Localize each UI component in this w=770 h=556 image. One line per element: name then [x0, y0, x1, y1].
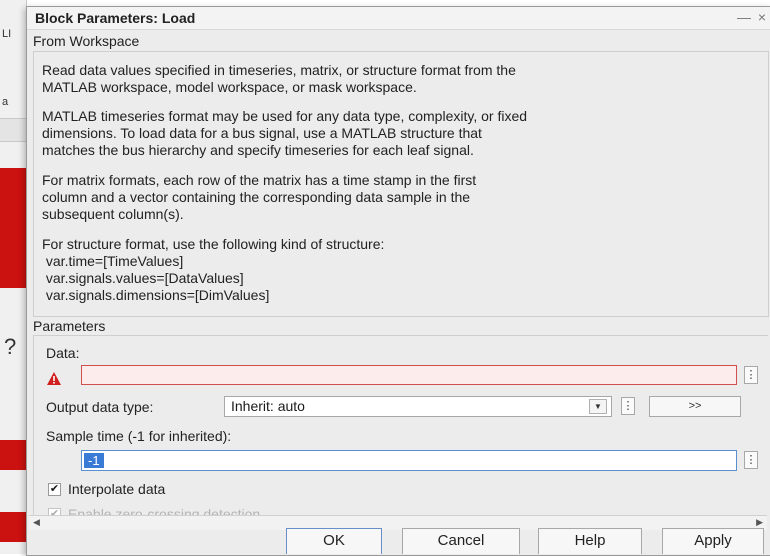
cancel-button[interactable]: Cancel: [402, 528, 520, 554]
minimize-icon[interactable]: —: [735, 9, 753, 25]
description-paragraph: For matrix formats, each row of the matr…: [42, 172, 477, 222]
output-data-type-select[interactable]: Inherit: auto: [224, 396, 612, 417]
background-window: LI a ?: [0, 0, 27, 554]
block-type-label: From Workspace: [33, 33, 140, 49]
title-bar[interactable]: Block Parameters: Load — ×: [27, 7, 770, 30]
chevron-down-icon[interactable]: ▼: [589, 399, 607, 414]
sample-time-options-button[interactable]: ⋮: [744, 451, 758, 469]
data-input[interactable]: [81, 365, 737, 385]
description-paragraph: For structure format, use the following …: [42, 236, 385, 303]
background-red-panel: [0, 168, 26, 288]
description-paragraph: MATLAB timeseries format may be used for…: [42, 108, 528, 158]
parameters-panel: Data: ⋮ Output data type: Inherit: auto …: [33, 335, 768, 522]
sample-time-input[interactable]: -1: [81, 450, 737, 471]
description-panel: Read data values specified in timeseries…: [33, 51, 769, 317]
background-fragment-text: a: [2, 96, 9, 108]
interpolate-data-checkbox[interactable]: ✔: [48, 483, 61, 496]
warning-icon: [47, 372, 61, 385]
background-red-block: [0, 512, 26, 542]
dialog-title: Block Parameters: Load: [35, 10, 196, 26]
data-options-button[interactable]: ⋮: [744, 366, 758, 384]
background-red-block: [0, 440, 26, 470]
parameters-section-label: Parameters: [33, 318, 106, 334]
scroll-left-icon[interactable]: ◀: [33, 517, 40, 528]
output-type-options-button[interactable]: ⋮: [621, 397, 635, 415]
output-data-type-label: Output data type:: [46, 399, 154, 415]
description-paragraph: Read data values specified in timeseries…: [42, 62, 516, 95]
block-parameters-dialog: Block Parameters: Load — × From Workspace…: [26, 6, 770, 556]
apply-button[interactable]: Apply: [662, 528, 764, 554]
horizontal-scrollbar[interactable]: ◀ ▶: [29, 515, 767, 530]
background-fragment-text: LI: [2, 28, 12, 40]
sample-time-label: Sample time (-1 for inherited):: [46, 428, 232, 444]
data-type-assistant-button[interactable]: >>: [649, 396, 741, 417]
help-button[interactable]: Help: [538, 528, 642, 554]
sample-time-value: -1: [84, 453, 104, 468]
data-label: Data:: [46, 345, 80, 361]
background-toolbar: [0, 118, 26, 142]
ok-button[interactable]: OK: [286, 528, 382, 554]
background-question-mark: ?: [4, 334, 17, 359]
close-icon[interactable]: ×: [753, 9, 770, 25]
interpolate-data-label: Interpolate data: [68, 481, 166, 497]
scroll-right-icon[interactable]: ▶: [756, 517, 763, 528]
